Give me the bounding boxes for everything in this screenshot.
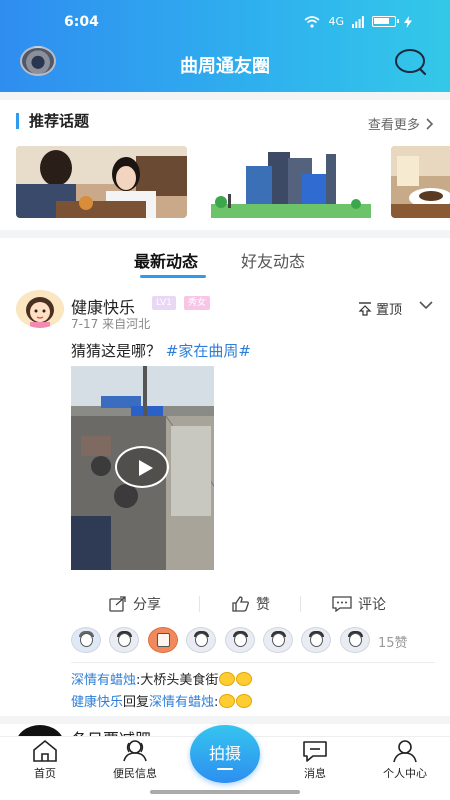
nav-info-label: 便民信息 — [113, 767, 157, 780]
signal-icon — [352, 15, 364, 28]
liker-avatar[interactable] — [340, 627, 370, 653]
message-icon — [303, 741, 327, 762]
nav-messages-label: 消息 — [304, 767, 326, 780]
liker-avatar[interactable] — [186, 627, 216, 653]
home-icon — [33, 739, 57, 762]
tab-latest[interactable]: 最新动态 — [134, 248, 198, 272]
feed-tabs: 最新动态 好友动态 — [0, 248, 450, 278]
pin-label: 置顶 — [375, 303, 402, 318]
like-label: 赞 — [256, 597, 270, 613]
nav-home-label: 首页 — [34, 767, 56, 780]
liker-avatar[interactable] — [109, 627, 139, 653]
cartoon-girl-avatar — [16, 290, 64, 328]
post-divider — [0, 716, 450, 724]
network-label: 4G — [328, 15, 344, 28]
action-divider — [199, 596, 200, 612]
smile-emoji-icon — [219, 694, 236, 708]
comment-author[interactable]: 健康快乐 — [71, 695, 123, 710]
post-meta: 7-17 来自河北 — [71, 315, 150, 332]
people-icon — [123, 740, 147, 762]
battery-icon — [372, 16, 399, 27]
share-icon — [109, 596, 126, 612]
comment-text: 大桥头美食街 — [140, 673, 219, 688]
comment-colon: : — [214, 695, 219, 710]
shoot-dash — [217, 768, 233, 770]
topic-card-restaurant[interactable] — [16, 146, 187, 218]
topic-image-restaurant — [16, 146, 187, 218]
page-title: 曲周通友圈 — [180, 56, 270, 77]
nav-info[interactable]: 便民信息 — [100, 739, 170, 781]
topic-card-coffee[interactable] — [391, 146, 450, 218]
smile-emoji-icon — [236, 694, 253, 708]
liker-avatar[interactable] — [263, 627, 293, 653]
reply-word: 回复 — [123, 695, 150, 710]
comment-label: 评论 — [358, 597, 386, 613]
status-icons: 4G — [304, 15, 412, 28]
comment-author[interactable]: 深情有蜡烛 — [71, 673, 136, 688]
topic-image-city — [206, 146, 374, 218]
reply-target[interactable]: 深情有蜡烛 — [149, 695, 214, 710]
liker-avatar[interactable] — [148, 627, 178, 653]
active-tab-indicator — [140, 275, 206, 278]
comment-item[interactable]: 健康快乐回复深情有蜡烛: — [71, 691, 253, 710]
post-body: 猜猜这是哪？ — [71, 342, 162, 360]
app-header: 6:04 4G 曲周通友圈 — [0, 0, 450, 92]
topic-image-coffee — [391, 146, 450, 218]
post-hashtag[interactable]: #家在曲周# — [166, 342, 251, 360]
comment-button[interactable]: 评论 — [332, 594, 386, 614]
post-author-avatar[interactable] — [16, 290, 64, 328]
level-badge: LV1 — [152, 296, 176, 310]
action-divider-2 — [300, 596, 301, 612]
nav-profile-label: 个人中心 — [383, 767, 427, 780]
charging-icon — [404, 15, 412, 28]
nav-messages[interactable]: 消息 — [280, 739, 350, 781]
topics-heading: 推荐话题 — [16, 113, 89, 129]
liker-avatar[interactable] — [225, 627, 255, 653]
chevron-right-icon — [426, 118, 434, 130]
liker-avatar[interactable] — [71, 627, 101, 653]
home-indicator[interactable] — [150, 790, 300, 794]
post-location: 来自河北 — [102, 317, 151, 331]
grin-emoji-icon — [219, 672, 236, 686]
nav-home[interactable]: 首页 — [10, 739, 80, 781]
grin-emoji-icon — [236, 672, 253, 686]
like-button[interactable]: 赞 — [232, 594, 270, 614]
post-text: 猜猜这是哪？ #家在曲周# — [71, 340, 251, 361]
tab-friends[interactable]: 好友动态 — [241, 248, 305, 272]
user-icon — [393, 740, 417, 763]
topics-more-link[interactable]: 查看更多 — [368, 114, 434, 133]
liker-avatar[interactable] — [301, 627, 331, 653]
wifi-icon — [304, 15, 320, 28]
post-date: 7-17 — [71, 317, 99, 331]
section-divider-2 — [0, 230, 450, 238]
pin-button[interactable]: 置顶 — [358, 299, 402, 318]
post-actions: 分享 赞 评论 — [0, 594, 450, 614]
pin-top-icon — [358, 301, 372, 316]
like-count[interactable]: 15赞 — [378, 632, 408, 651]
comment-item[interactable]: 深情有蜡烛:大桥头美食街 — [71, 669, 253, 688]
share-button[interactable]: 分享 — [109, 594, 161, 614]
post-video[interactable] — [71, 366, 214, 570]
topic-card-city[interactable] — [206, 146, 374, 218]
share-label: 分享 — [133, 597, 161, 613]
comments-divider — [71, 662, 435, 663]
topics-more-label: 查看更多 — [367, 118, 420, 133]
thumbs-up-icon — [232, 596, 249, 612]
shoot-button[interactable]: 拍摄 — [190, 725, 260, 783]
gender-badge: 秀女 — [184, 296, 211, 310]
comment-icon — [332, 596, 352, 612]
status-time: 6:04 — [64, 14, 99, 30]
search-icon[interactable] — [394, 48, 428, 76]
nav-profile[interactable]: 个人中心 — [370, 739, 440, 781]
section-divider — [0, 92, 450, 100]
chevron-down-icon[interactable] — [418, 298, 434, 312]
status-bar: 6:04 4G — [0, 14, 450, 34]
shoot-label: 拍摄 — [208, 744, 241, 763]
play-icon[interactable] — [115, 446, 169, 488]
